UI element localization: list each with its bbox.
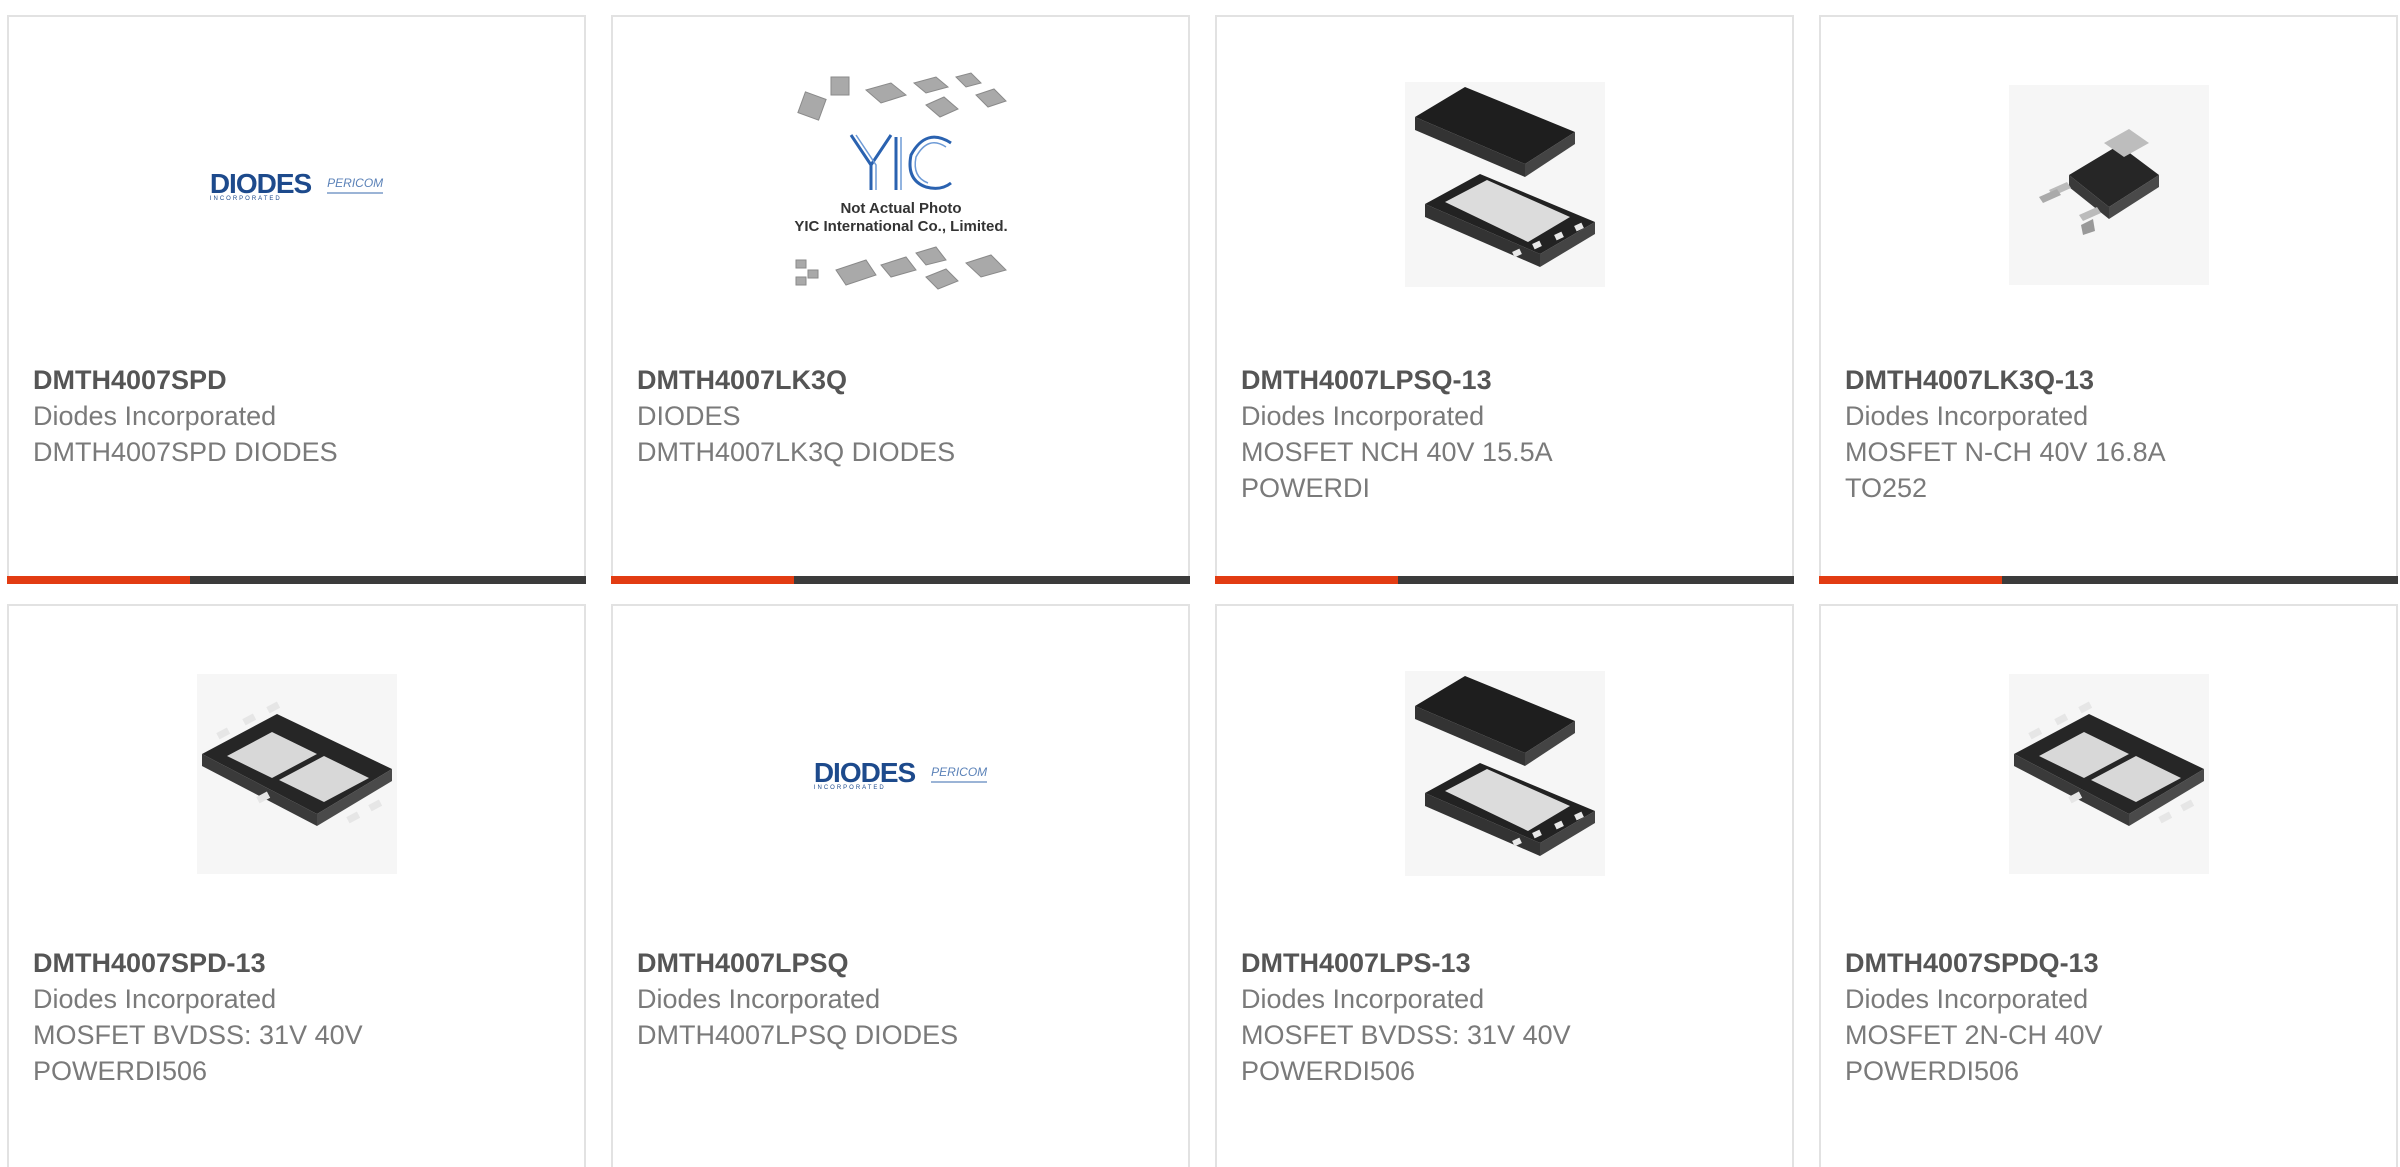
- description-cont: POWERDI506: [1241, 1056, 1416, 1086]
- product-image[interactable]: Not Actual Photo YIC International Co., …: [613, 71, 1188, 292]
- powerdi506-dual-package-image: [196, 673, 397, 874]
- product-card[interactable]: Not Actual Photo YIC International Co., …: [611, 15, 1190, 584]
- manufacturer: Diodes Incorporated: [1845, 401, 2089, 431]
- product-image[interactable]: [1821, 666, 2396, 881]
- yic-placeholder-image: Not Actual Photo YIC International Co., …: [794, 71, 1007, 290]
- card-bottom-bar: [611, 576, 1190, 584]
- card-bottom-bar: [1215, 576, 1794, 584]
- product-card[interactable]: DMTH4007LPS-13 Diodes Incorporated MOSFE…: [1215, 604, 1794, 1167]
- manufacturer: Diodes Incorporated: [637, 984, 881, 1014]
- powerdi506-dual-package-image: [2008, 673, 2209, 874]
- powerdi-package-image: [1404, 671, 1605, 876]
- manufacturer: Diodes Incorporated: [1241, 401, 1485, 431]
- manufacturer: Diodes Incorporated: [1845, 984, 2089, 1014]
- diodes-logo: DIODES INCORPORATED PERICOM: [209, 167, 384, 202]
- part-number[interactable]: DMTH4007LPS-13: [1241, 945, 1768, 981]
- part-number[interactable]: DMTH4007SPD: [33, 362, 560, 398]
- description: MOSFET BVDSS: 31V 40V: [33, 1020, 363, 1050]
- product-card[interactable]: DMTH4007LPSQ-13 Diodes Incorporated MOSF…: [1215, 15, 1794, 584]
- svg-text:YIC International Co., Limited: YIC International Co., Limited.: [794, 218, 1007, 235]
- product-image[interactable]: DIODES INCORPORATED PERICOM: [9, 77, 584, 292]
- product-image[interactable]: [1821, 77, 2396, 292]
- manufacturer: Diodes Incorporated: [33, 984, 277, 1014]
- product-image[interactable]: [9, 666, 584, 881]
- description: DMTH4007SPD DIODES: [33, 437, 338, 467]
- product-card[interactable]: DIODES INCORPORATED PERICOM DMTH4007LPSQ …: [611, 604, 1190, 1167]
- description: DMTH4007LPSQ DIODES: [637, 1020, 959, 1050]
- product-card[interactable]: DMTH4007SPDQ-13 Diodes Incorporated MOSF…: [1819, 604, 2398, 1167]
- manufacturer: Diodes Incorporated: [33, 401, 277, 431]
- product-image[interactable]: [1217, 77, 1792, 292]
- description: DMTH4007LK3Q DIODES: [637, 437, 956, 467]
- part-number[interactable]: DMTH4007SPD-13: [33, 945, 560, 981]
- card-bottom-bar: [1819, 576, 2398, 584]
- description-cont: POWERDI: [1241, 473, 1371, 503]
- description-cont: TO252: [1845, 473, 1928, 503]
- svg-text:Not Actual Photo: Not Actual Photo: [840, 200, 961, 217]
- manufacturer: Diodes Incorporated: [1241, 984, 1485, 1014]
- product-image[interactable]: DIODES INCORPORATED PERICOM: [613, 666, 1188, 881]
- product-image[interactable]: [1217, 666, 1792, 881]
- part-number[interactable]: DMTH4007LK3Q: [637, 362, 1164, 398]
- product-card[interactable]: DMTH4007SPD-13 Diodes Incorporated MOSFE…: [7, 604, 586, 1167]
- description-cont: POWERDI506: [33, 1056, 208, 1086]
- diodes-logo: DIODES INCORPORATED PERICOM: [813, 756, 988, 791]
- description: MOSFET BVDSS: 31V 40V: [1241, 1020, 1571, 1050]
- description: MOSFET N-CH 40V 16.8A: [1845, 437, 2166, 467]
- card-bottom-bar: [7, 576, 586, 584]
- product-card[interactable]: DIODES INCORPORATED PERICOM DMTH4007SPD D…: [7, 15, 586, 584]
- powerdi-package-image: [1404, 82, 1605, 287]
- part-number[interactable]: DMTH4007LPSQ: [637, 945, 1164, 981]
- to252-package-image: [2008, 84, 2209, 285]
- manufacturer: DIODES: [637, 401, 741, 431]
- part-number[interactable]: DMTH4007LK3Q-13: [1845, 362, 2372, 398]
- product-grid: DIODES INCORPORATED PERICOM DMTH4007SPD D…: [0, 0, 2400, 1167]
- part-number[interactable]: DMTH4007LPSQ-13: [1241, 362, 1768, 398]
- part-number[interactable]: DMTH4007SPDQ-13: [1845, 945, 2372, 981]
- description: MOSFET 2N-CH 40V: [1845, 1020, 2103, 1050]
- description: MOSFET NCH 40V 15.5A: [1241, 437, 1553, 467]
- description-cont: POWERDI506: [1845, 1056, 2020, 1086]
- product-card[interactable]: DMTH4007LK3Q-13 Diodes Incorporated MOSF…: [1819, 15, 2398, 584]
